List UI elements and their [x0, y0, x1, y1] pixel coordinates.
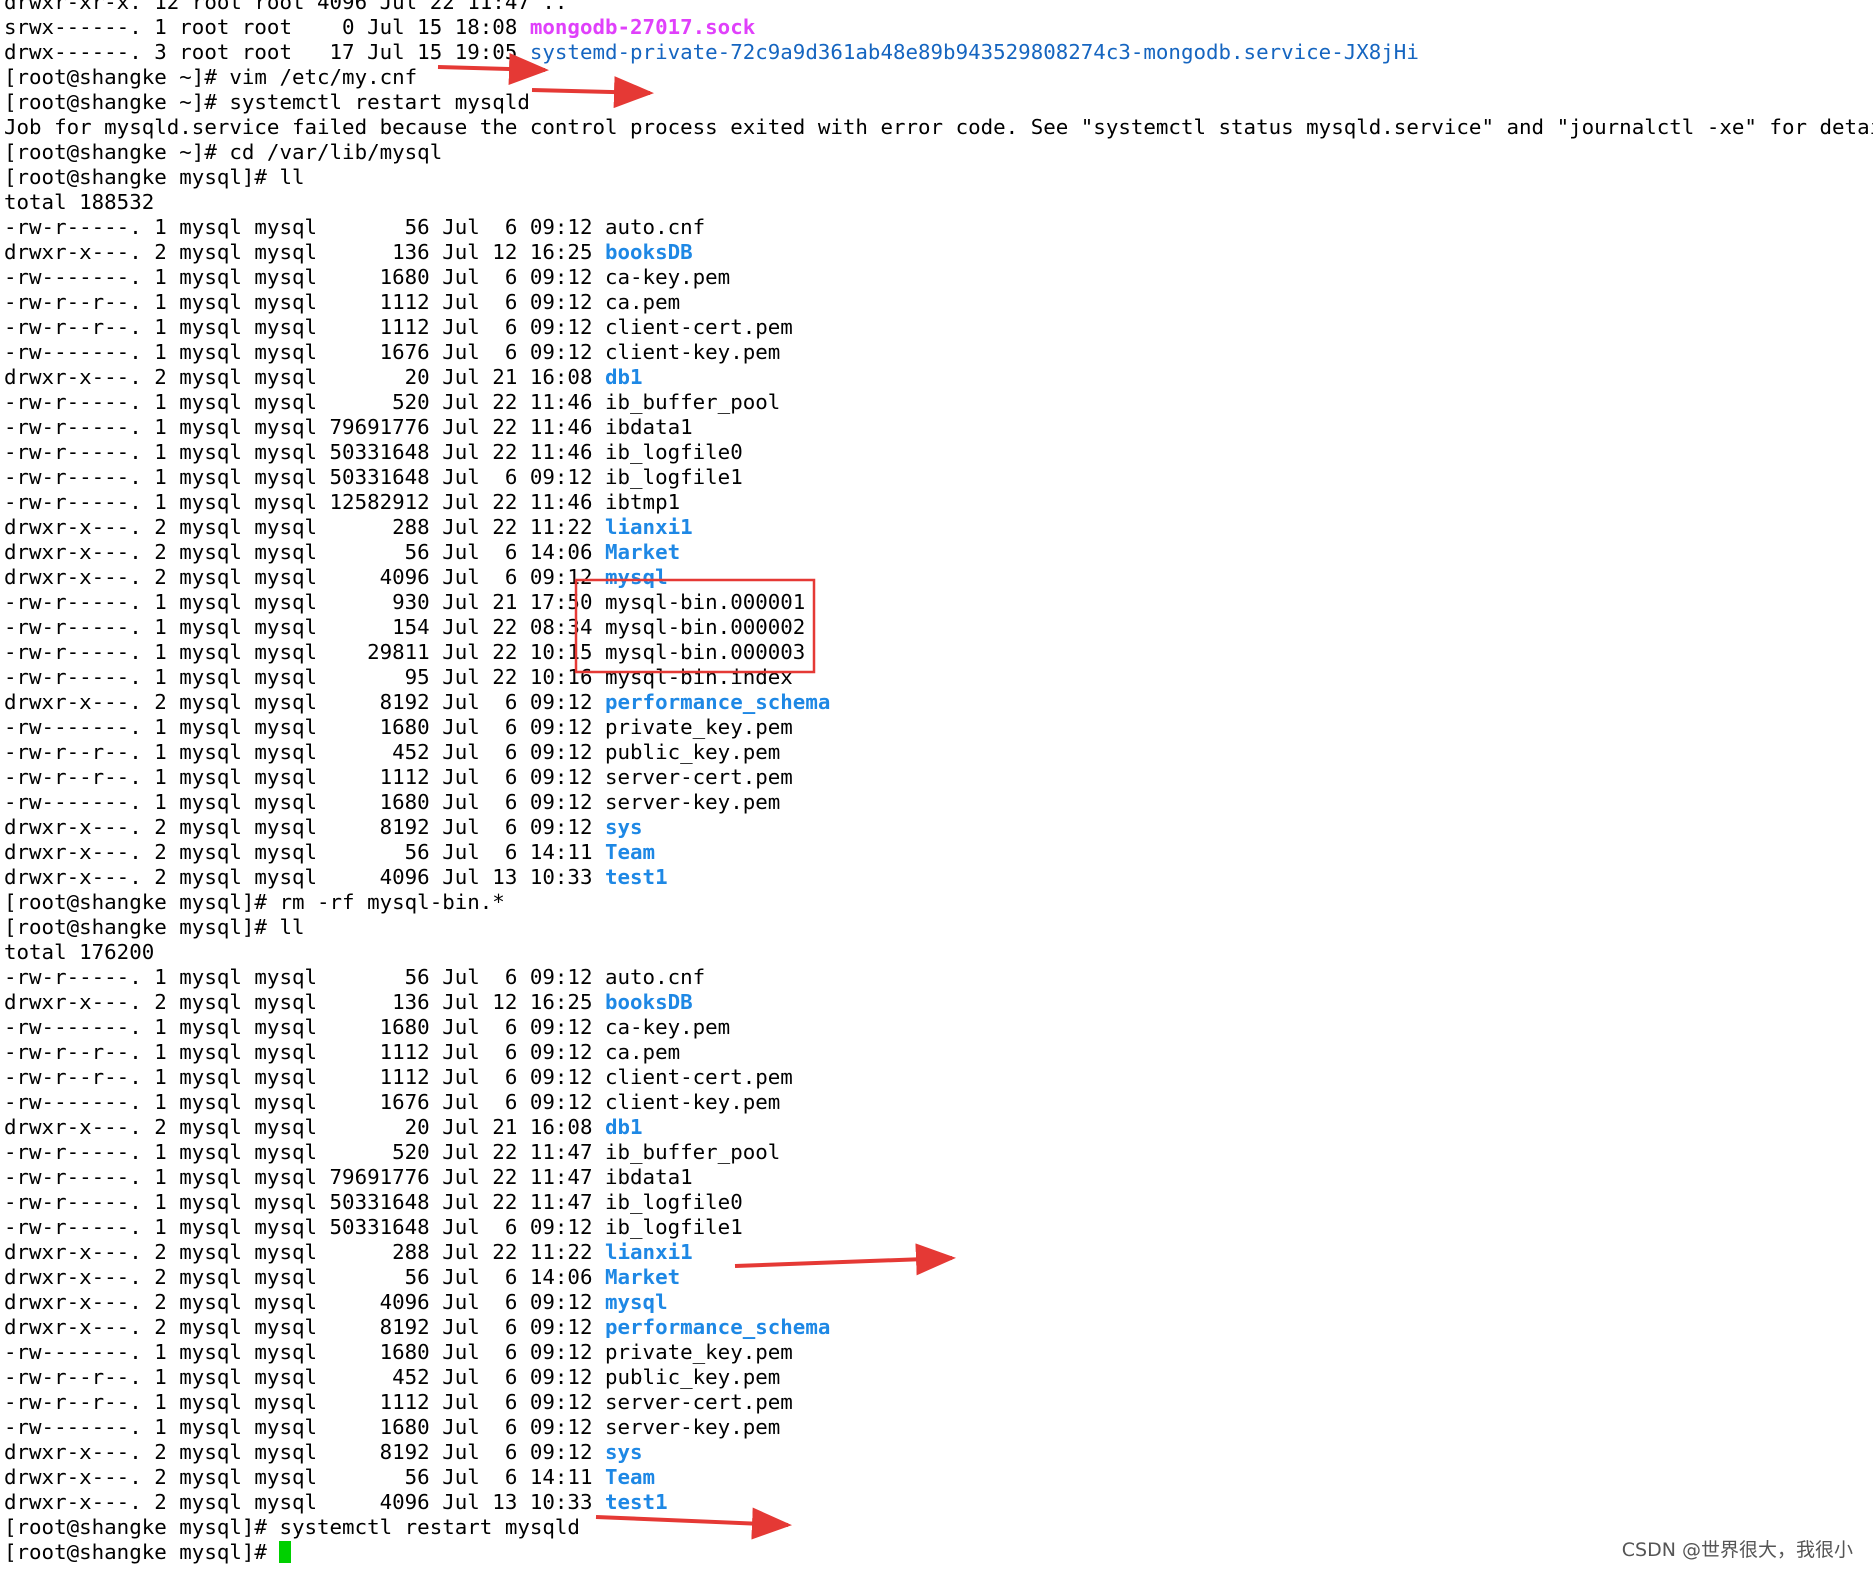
annotation-arrow-final-restart [595, 1507, 792, 1540]
watermark: CSDN @世界很大，我很小 [1621, 1539, 1853, 1561]
annotation-arrow-restart [531, 76, 654, 109]
mysql-bin-highlight-box [574, 578, 816, 674]
annotation-layer [437, 52, 956, 1540]
annotation-arrow-vim [437, 52, 549, 85]
annotation-arrow-market [734, 1243, 956, 1276]
